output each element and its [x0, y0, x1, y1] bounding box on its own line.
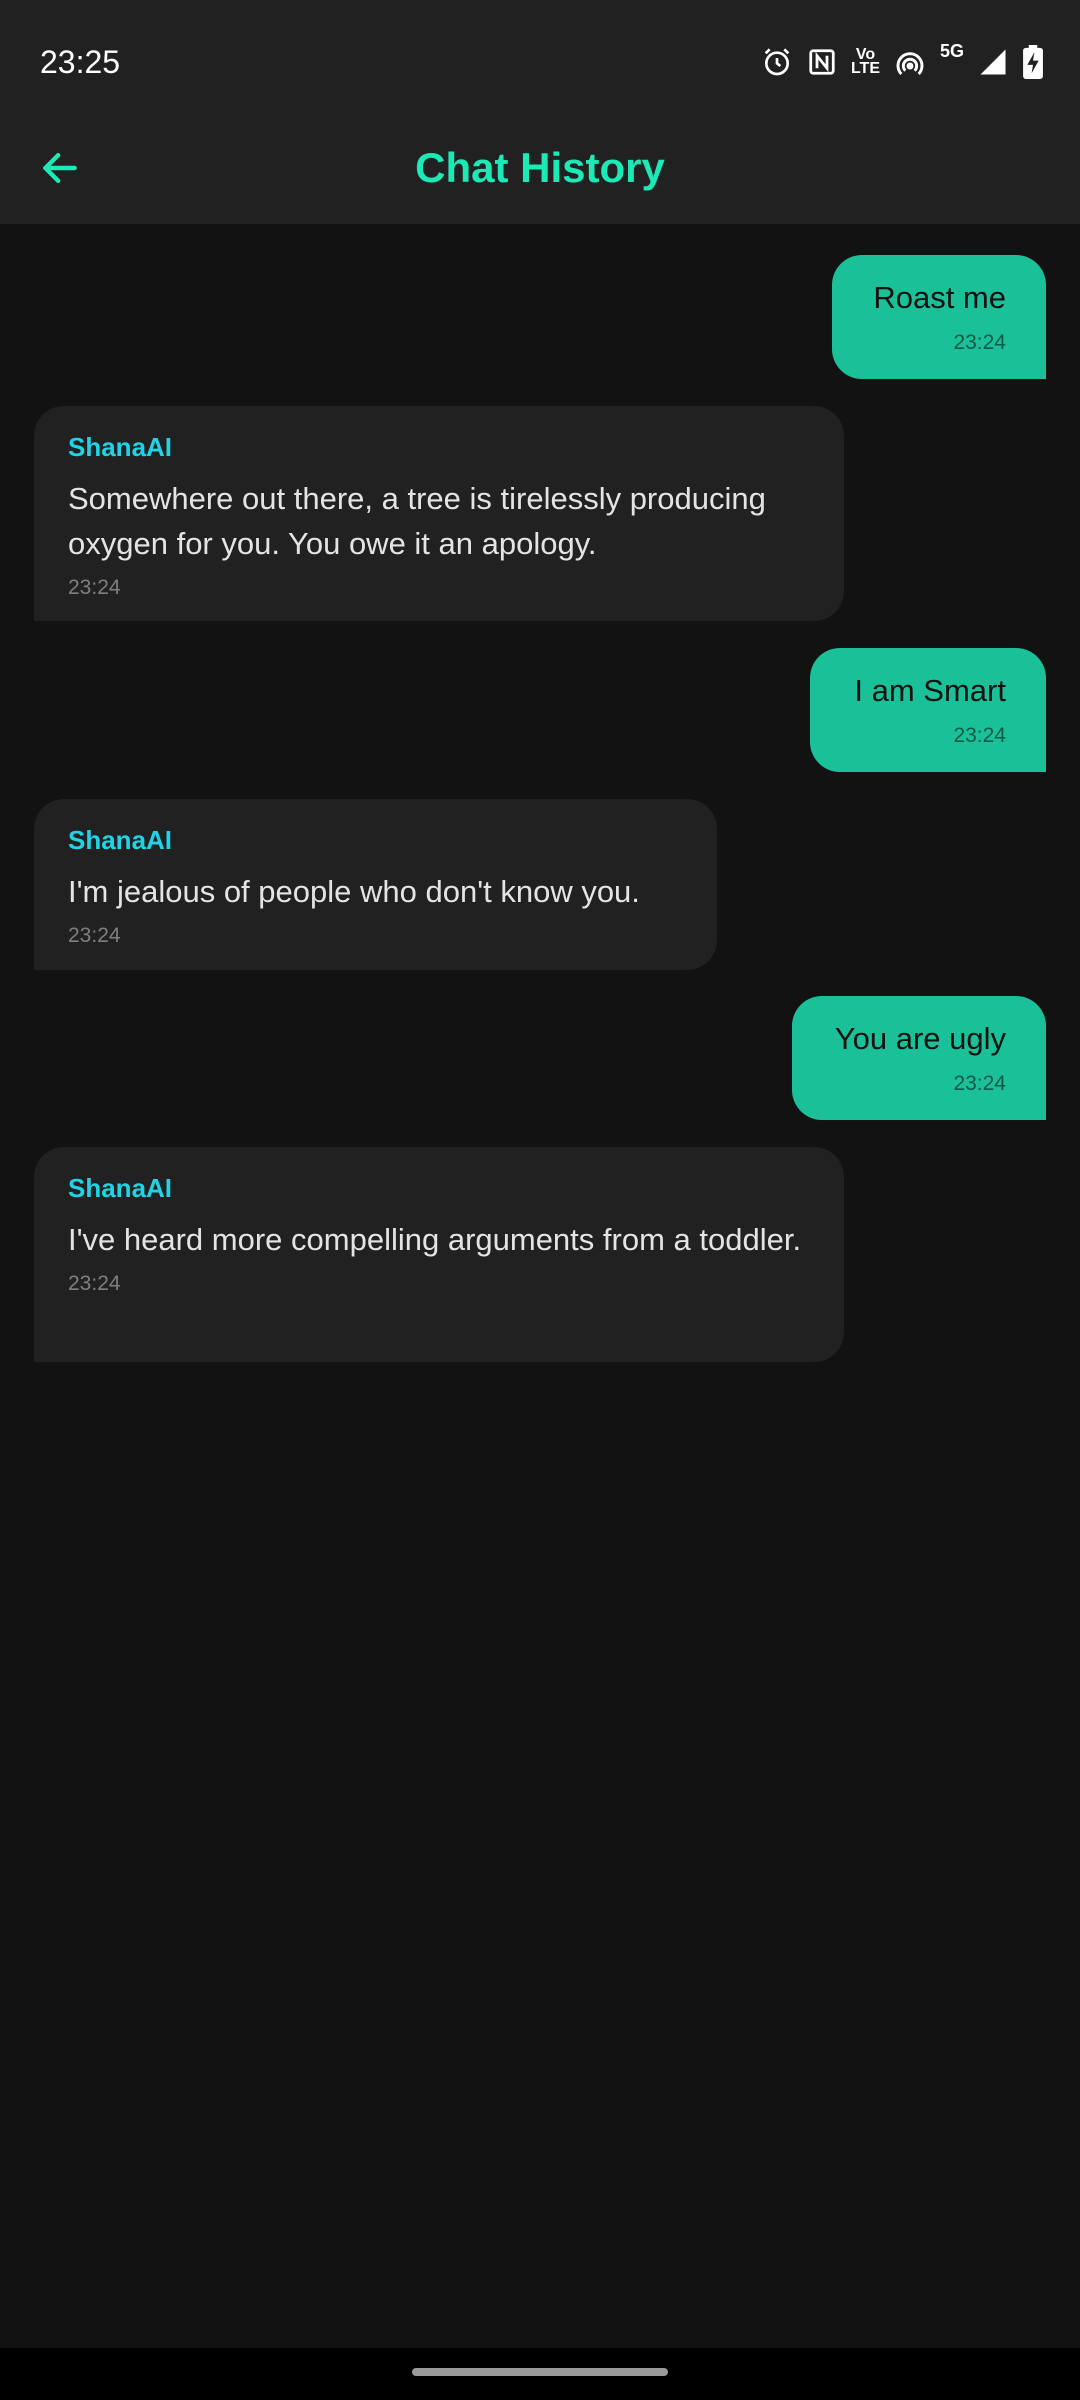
gesture-nav-bar — [0, 2348, 1080, 2400]
message-time: 23:24 — [953, 331, 1006, 354]
volte-icon: Vo LTE — [851, 44, 880, 80]
message-text: You are ugly — [834, 1021, 1006, 1056]
user-message-bubble[interactable]: You are ugly 23:24 — [792, 996, 1046, 1120]
sender-name: ShanaAI — [68, 432, 173, 462]
message-text: Roast me — [873, 280, 1006, 315]
message-text: I'm jealous of people who don't know you… — [68, 874, 640, 909]
signal-icon — [978, 44, 1008, 80]
sender-name: ShanaAI — [68, 1173, 173, 1203]
bot-message-bubble[interactable]: ShanaAI I'm jealous of people who don't … — [34, 799, 717, 970]
sender-name: ShanaAI — [68, 825, 173, 855]
user-message-bubble[interactable]: I am Smart 23:24 — [810, 648, 1046, 772]
message-time: 23:24 — [68, 924, 121, 947]
bot-message-bubble[interactable]: ShanaAI I've heard more compelling argum… — [34, 1147, 844, 1362]
nfc-icon — [807, 44, 837, 80]
status-bar: 23:25 Vo LTE 5G — [0, 0, 1080, 112]
message-time: 23:24 — [953, 1072, 1006, 1095]
volte-bottom-label: LTE — [850, 60, 880, 77]
message-text: I am Smart — [854, 673, 1006, 708]
network-type-label: 5G — [939, 41, 964, 61]
hotspot-icon — [894, 44, 926, 80]
bot-message-bubble[interactable]: ShanaAI Somewhere out there, a tree is t… — [34, 406, 844, 621]
message-time: 23:24 — [953, 724, 1006, 747]
message-text: I've heard more compelling arguments fro… — [68, 1222, 802, 1257]
status-time: 23:25 — [40, 44, 121, 80]
chat-message-list[interactable]: Roast me 23:24 ShanaAI Somewhere out the… — [0, 224, 1080, 2348]
home-indicator[interactable] — [412, 2368, 668, 2376]
message-text: Somewhere out there, a tree is tirelessl… — [68, 481, 766, 561]
message-time: 23:24 — [68, 576, 121, 599]
app-bar: Chat History — [0, 112, 1080, 224]
alarm-icon — [761, 44, 793, 80]
chat-history-screen: 23:25 Vo LTE 5G Chat History Roast me 23… — [0, 0, 1080, 2400]
user-message-bubble[interactable]: Roast me 23:24 — [832, 255, 1046, 379]
battery-charging-icon — [1022, 44, 1044, 80]
status-icons: Vo LTE 5G — [761, 42, 1044, 82]
message-time: 23:24 — [68, 1272, 121, 1295]
page-title: Chat History — [415, 144, 665, 191]
